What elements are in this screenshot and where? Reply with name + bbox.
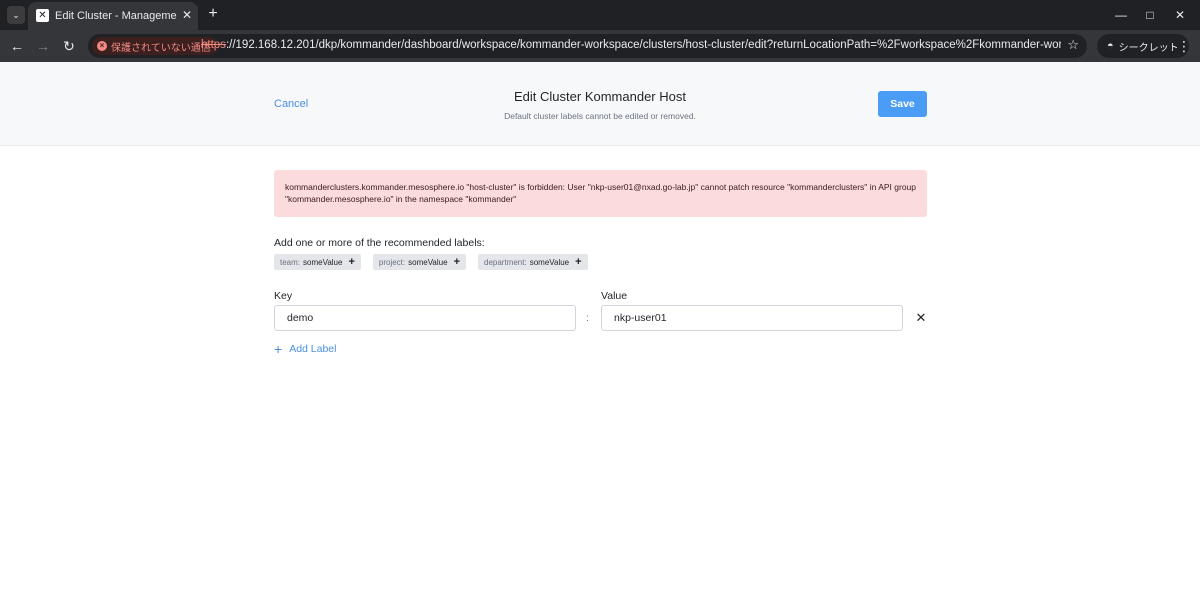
incognito-label: シークレット (1118, 42, 1179, 54)
key-value-separator: : (586, 312, 589, 324)
url-scheme: https (201, 39, 226, 51)
add-label-text: Add Label (289, 343, 337, 355)
browser-toolbar: ← → ↻ × 保護されていない通信 https://192.168.12.20… (0, 30, 1200, 62)
security-label: 保護されていない通信 (111, 42, 211, 54)
page-subtitle: Default cluster labels cannot be edited … (504, 111, 696, 121)
maximize-icon[interactable]: □ (1140, 5, 1160, 25)
key-label: Key (274, 290, 293, 302)
recommended-labels-heading: Add one or more of the recommended label… (274, 237, 485, 249)
address-bar[interactable]: × 保護されていない通信 https://192.168.12.201/dkp/… (88, 34, 1087, 58)
plus-icon: + (274, 341, 283, 357)
error-banner: kommanderclusters.kommander.mesosphere.i… (274, 170, 927, 217)
plus-icon: + (453, 256, 460, 268)
minimize-icon[interactable]: — (1111, 5, 1131, 25)
plus-icon: + (348, 256, 355, 268)
close-window-icon[interactable]: ✕ (1170, 5, 1190, 25)
new-tab-icon[interactable]: + (204, 5, 222, 23)
recommended-label-team[interactable]: team: someValue + (274, 254, 361, 270)
incognito-chip[interactable]: ◓ シークレット (1097, 34, 1189, 58)
recommended-label-department[interactable]: department: someValue + (478, 254, 588, 270)
url-text[interactable]: https://192.168.12.201/dkp/kommander/das… (201, 39, 1061, 51)
chip-value: someValue (303, 257, 343, 267)
bookmark-star-icon[interactable]: ☆ (1067, 37, 1079, 53)
kebab-menu-icon[interactable]: ⋮ (1176, 37, 1192, 55)
back-icon[interactable]: ← (8, 37, 26, 55)
remove-label-icon[interactable]: ✕ (914, 311, 928, 325)
tab-title: Edit Cluster - Management Clus (55, 10, 177, 22)
label-key-input[interactable] (274, 305, 576, 331)
favicon-icon: ✕ (36, 9, 49, 22)
incognito-icon: ◓ (1107, 40, 1114, 52)
recommended-label-project[interactable]: project: someValue + (372, 254, 466, 270)
page-header: Cancel Edit Cluster Kommander Host Defau… (0, 62, 1200, 146)
chip-value: someValue (529, 257, 570, 267)
tab-search-button[interactable]: ⌄ (7, 6, 25, 24)
save-button[interactable]: Save (878, 91, 927, 117)
security-chip[interactable]: × 保護されていない通信 (92, 37, 218, 55)
url-path: ://192.168.12.201/dkp/kommander/dashboar… (225, 39, 1061, 51)
browser-tab-active[interactable]: ✕ Edit Cluster - Management Clus ✕ (28, 2, 198, 30)
add-label-button[interactable]: + Add Label (274, 342, 336, 356)
forward-icon[interactable]: → (34, 37, 52, 55)
close-tab-icon[interactable]: ✕ (180, 8, 194, 22)
chevron-down-icon: ⌄ (12, 10, 20, 20)
recommended-labels: team: someValue + project: someValue + d… (274, 254, 600, 270)
chip-key: project: (378, 257, 406, 267)
plus-icon: + (575, 256, 582, 268)
page-content: Cancel Edit Cluster Kommander Host Defau… (0, 62, 1200, 608)
chip-key: department: (484, 257, 527, 267)
browser-tab-bar: ⌄ ✕ Edit Cluster - Management Clus ✕ + —… (0, 0, 1200, 30)
label-value-input[interactable] (601, 305, 903, 331)
chip-key: team: (280, 257, 301, 267)
cancel-button[interactable]: Cancel (274, 98, 308, 110)
value-label: Value (601, 290, 628, 302)
reload-icon[interactable]: ↻ (60, 37, 78, 55)
chip-value: someValue (408, 257, 448, 267)
page-title: Edit Cluster Kommander Host (514, 89, 686, 104)
warning-icon: × (97, 41, 107, 51)
